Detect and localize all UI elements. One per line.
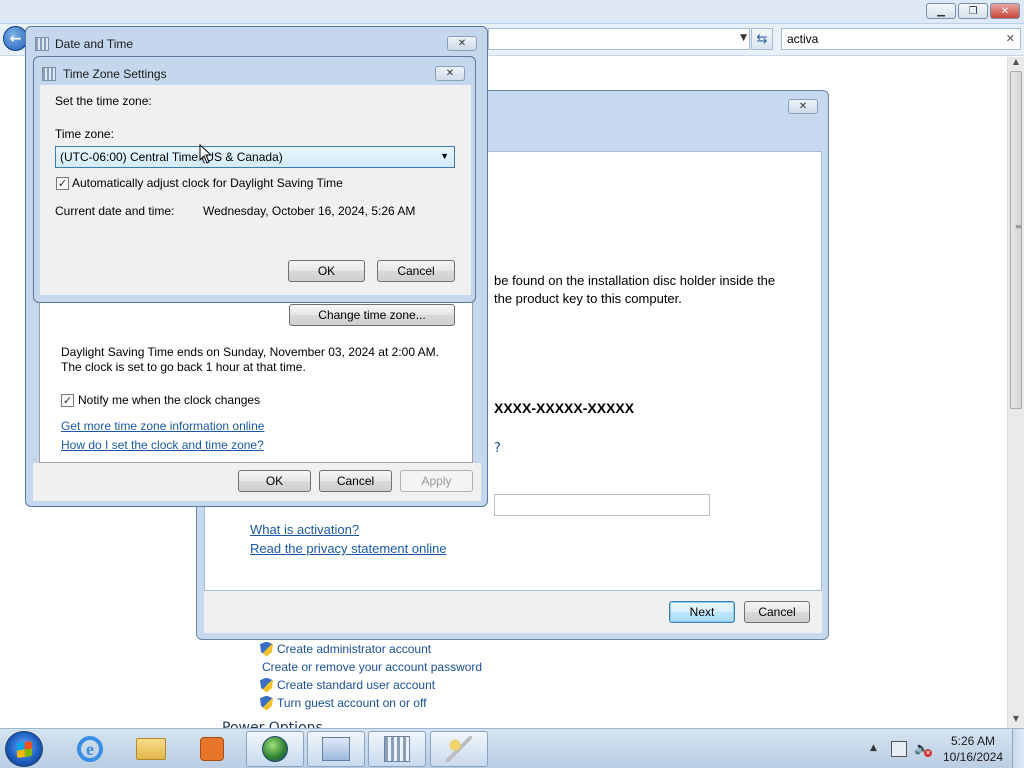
time-zone-value: (UTC-06:00) Central Time (US & Canada) — [60, 150, 283, 164]
chevron-down-icon[interactable]: ▼ — [740, 33, 747, 43]
cancel-button[interactable]: Cancel — [377, 260, 455, 282]
search-input[interactable]: activa ✕ — [781, 28, 1021, 50]
clock-calendar-icon — [42, 67, 56, 81]
product-key: XXXX-XXXXX-XXXXX — [494, 400, 635, 416]
close-icon[interactable]: ✕ — [788, 99, 818, 114]
show-desktop-button[interactable] — [1012, 729, 1024, 768]
media-player-icon — [200, 737, 224, 761]
current-datetime-label: Current date and time: — [55, 204, 175, 218]
scrollbar-thumb[interactable]: ≡ — [1010, 71, 1022, 409]
close-icon[interactable]: ✕ — [435, 66, 465, 81]
uac-shield-icon — [260, 641, 273, 657]
user-accounts-links: Create administrator account Create or r… — [260, 640, 560, 712]
instructions-line-2: the product key to this computer. — [494, 291, 682, 306]
taskbar-windows-explorer[interactable] — [122, 731, 180, 767]
volume-muted-icon[interactable]: 🔈 ✕ — [914, 741, 932, 757]
restore-button[interactable]: ❐ — [958, 3, 988, 19]
uac-shield-icon — [260, 695, 273, 711]
close-button[interactable]: ✕ — [990, 3, 1020, 19]
clock-time: 5:26 AM — [950, 734, 996, 748]
ok-button[interactable]: OK — [238, 470, 311, 492]
dst-notice: Daylight Saving Time ends on Sunday, Nov… — [61, 345, 439, 374]
clock-calendar-icon — [384, 736, 410, 762]
activation-footer: Next Cancel — [204, 591, 822, 633]
taskbar-activation[interactable] — [430, 731, 488, 767]
more-tz-info-link[interactable]: Get more time zone information online — [61, 419, 264, 433]
link-account-password[interactable]: Create or remove your account password — [260, 658, 560, 676]
taskbar-media-player[interactable] — [183, 731, 241, 767]
current-datetime-value: Wednesday, October 16, 2024, 5:26 AM — [203, 204, 416, 218]
globe-icon — [262, 736, 288, 762]
link-create-standard[interactable]: Create standard user account — [260, 676, 560, 694]
how-to-set-clock-link[interactable]: How do I set the clock and time zone? — [61, 438, 264, 452]
folder-icon — [136, 738, 166, 760]
show-hidden-icons-icon[interactable]: ▲ — [870, 743, 877, 753]
time-zone-body: Set the time zone: Time zone: (UTC-06:00… — [40, 85, 471, 295]
mouse-cursor-icon — [199, 144, 213, 164]
uac-shield-icon — [260, 677, 273, 693]
taskbar-control-panel[interactable] — [307, 731, 365, 767]
clock-calendar-icon — [35, 37, 49, 51]
clear-search-icon[interactable]: ✕ — [1006, 32, 1015, 45]
link-label[interactable]: Create administrator account — [277, 642, 431, 656]
window-title: Date and Time — [55, 37, 134, 51]
instructions-line-1: be found on the installation disc holder… — [494, 273, 776, 288]
chevron-down-icon[interactable]: ▼ — [440, 151, 449, 161]
address-field[interactable]: ▼ — [488, 28, 750, 50]
power-options-heading[interactable]: Power Options — [222, 720, 323, 728]
time-zone-select[interactable]: (UTC-06:00) Central Time (US & Canada) ▼ — [55, 146, 455, 168]
date-time-footer: OK Cancel Apply — [33, 463, 481, 501]
apply-button[interactable]: Apply — [400, 470, 473, 492]
keys-icon — [446, 736, 472, 762]
cancel-button[interactable]: Cancel — [744, 601, 810, 623]
network-icon[interactable] — [891, 741, 907, 757]
activation-instructions: be found on the installation disc holder… — [494, 272, 775, 308]
taskbar: e ▲ 🔈 ✕ 5:26 AM 10/16/2024 — [0, 728, 1024, 768]
link-label[interactable]: Create or remove your account password — [262, 660, 482, 674]
privacy-statement-link[interactable]: Read the privacy statement online — [250, 541, 447, 556]
time-zone-label: Time zone: — [55, 127, 114, 141]
clock-date: 10/16/2024 — [942, 750, 1004, 764]
start-button[interactable] — [5, 731, 43, 767]
system-clock[interactable]: 5:26 AM 10/16/2024 — [940, 733, 1006, 765]
taskbar-date-time[interactable] — [368, 731, 426, 767]
notify-label[interactable]: Notify me when the clock changes — [78, 393, 260, 407]
link-label[interactable]: Create standard user account — [277, 678, 435, 692]
ok-button[interactable]: OK — [288, 260, 365, 282]
cancel-button[interactable]: Cancel — [319, 470, 392, 492]
windows-logo-icon — [17, 740, 32, 759]
control-panel-icon — [322, 737, 350, 761]
auto-dst-checkbox[interactable]: ✓ — [56, 177, 69, 190]
what-is-activation-link[interactable]: What is activation? — [250, 522, 359, 537]
refresh-icon[interactable]: ⇆ — [751, 28, 773, 50]
product-key-input[interactable] — [494, 494, 710, 516]
taskbar-internet-explorer[interactable]: e — [61, 731, 119, 767]
notify-checkbox[interactable]: ✓ — [61, 394, 74, 407]
link-create-admin[interactable]: Create administrator account — [260, 640, 560, 658]
dialog-title: Time Zone Settings — [63, 67, 167, 81]
control-panel-titlebar: ▁ ❐ ✕ — [0, 0, 1024, 24]
time-zone-settings-dialog: Time Zone Settings ✕ Set the time zone: … — [33, 56, 476, 303]
scroll-down-icon[interactable]: ▼ — [1008, 714, 1024, 728]
link-fragment[interactable]: ? — [494, 441, 501, 456]
change-time-zone-button[interactable]: Change time zone... — [289, 304, 455, 326]
auto-dst-label[interactable]: Automatically adjust clock for Daylight … — [72, 176, 343, 190]
link-guest-account[interactable]: Turn guest account on or off — [260, 694, 560, 712]
taskbar-network[interactable] — [246, 731, 304, 767]
internet-explorer-icon: e — [77, 736, 103, 762]
next-button[interactable]: Next — [669, 601, 735, 623]
vertical-scrollbar[interactable]: ▲ ≡ ▼ — [1007, 57, 1024, 728]
link-label[interactable]: Turn guest account on or off — [277, 696, 426, 710]
close-icon[interactable]: ✕ — [447, 36, 477, 51]
minimize-button[interactable]: ▁ — [926, 3, 956, 19]
search-input-value: activa — [787, 32, 819, 46]
set-time-zone-label: Set the time zone: — [55, 94, 152, 108]
scroll-up-icon[interactable]: ▲ — [1008, 57, 1024, 71]
